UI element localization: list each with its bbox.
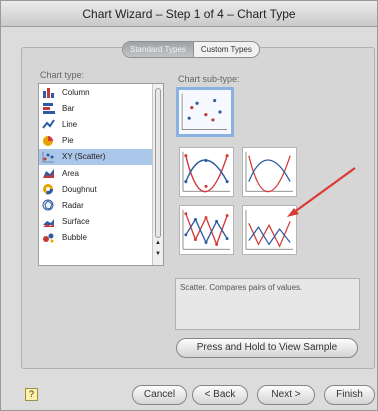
scatter-markers-icon (181, 93, 227, 130)
chart-type-label-bar: Bar (62, 103, 75, 113)
pie-chart-icon (42, 135, 55, 147)
scroll-up-icon[interactable]: ▲ (154, 240, 162, 246)
chart-type-item-column[interactable]: Column (39, 84, 163, 100)
chart-type-label-area: Area (62, 168, 79, 178)
chart-type-label-radar: Radar (62, 200, 84, 210)
scatter-smooth-markers-icon (182, 151, 231, 193)
chart-type-label-surface: Surface (62, 217, 90, 227)
window-title: Chart Wizard – Step 1 of 4 – Chart Type (1, 1, 377, 27)
chart-type-label-column: Column (62, 87, 90, 97)
back-button[interactable]: < Back (192, 385, 248, 405)
subtype-straight-markers[interactable] (179, 205, 234, 255)
column-chart-icon (42, 86, 55, 99)
help-button[interactable]: ? (25, 388, 38, 401)
chart-type-item-pie[interactable]: Pie (39, 133, 163, 149)
tab-standard-types[interactable]: Standard Types (123, 42, 194, 57)
tab-custom-types[interactable]: Custom Types (194, 42, 259, 57)
chart-type-label-line: Line (62, 119, 78, 129)
bar-chart-icon (42, 102, 55, 115)
chart-wizard-window: Chart Wizard – Step 1 of 4 – Chart Type … (0, 0, 378, 411)
surface-chart-icon (42, 216, 55, 228)
chart-type-item-bubble[interactable]: Bubble (39, 230, 163, 246)
chart-type-label-xy-scatter: XY (Scatter) (62, 152, 106, 162)
chart-type-item-doughnut[interactable]: Doughnut (39, 181, 163, 197)
chart-type-item-radar[interactable]: Radar (39, 197, 163, 213)
chart-type-tabs: Standard Types Custom Types (122, 41, 260, 58)
chart-type-scrollbar[interactable]: ▲ ▼ (152, 84, 163, 265)
chart-type-label-pie: Pie (62, 136, 74, 146)
press-hold-sample-button[interactable]: Press and Hold to View Sample (176, 338, 358, 358)
annotation-arrow-icon (287, 167, 356, 217)
scroll-thumb[interactable] (155, 88, 161, 238)
chart-type-item-line[interactable]: Line (39, 116, 163, 132)
chart-type-label-doughnut: Doughnut (62, 184, 97, 194)
subtype-smooth-markers[interactable] (179, 147, 234, 197)
line-chart-icon (42, 118, 55, 130)
radar-chart-icon (42, 199, 55, 211)
chart-type-label: Chart type: (40, 70, 85, 80)
bubble-chart-icon (42, 232, 55, 244)
chart-type-item-xy-scatter[interactable]: XY (Scatter) (39, 148, 163, 165)
doughnut-chart-icon (42, 183, 55, 195)
chart-subtype-label: Chart sub-type: (178, 74, 240, 84)
chart-type-label-bubble: Bubble (62, 233, 87, 243)
chart-type-list[interactable]: Column Bar Line Pie XY (Scatter) Area Do… (38, 83, 164, 266)
chart-type-item-area[interactable]: Area (39, 165, 163, 181)
scatter-straight-markers-icon (182, 209, 231, 250)
next-button[interactable]: Next > (257, 385, 315, 405)
cancel-button[interactable]: Cancel (132, 385, 187, 405)
finish-button[interactable]: Finish (324, 385, 375, 405)
chart-description: Scatter. Compares pairs of values. (175, 278, 360, 330)
area-chart-icon (42, 167, 55, 179)
chart-type-item-surface[interactable]: Surface (39, 214, 163, 230)
chart-type-item-bar[interactable]: Bar (39, 100, 163, 116)
subtype-scatter-markers[interactable] (176, 87, 234, 137)
scroll-down-icon[interactable]: ▼ (154, 251, 162, 257)
scatter-chart-icon (42, 151, 55, 163)
